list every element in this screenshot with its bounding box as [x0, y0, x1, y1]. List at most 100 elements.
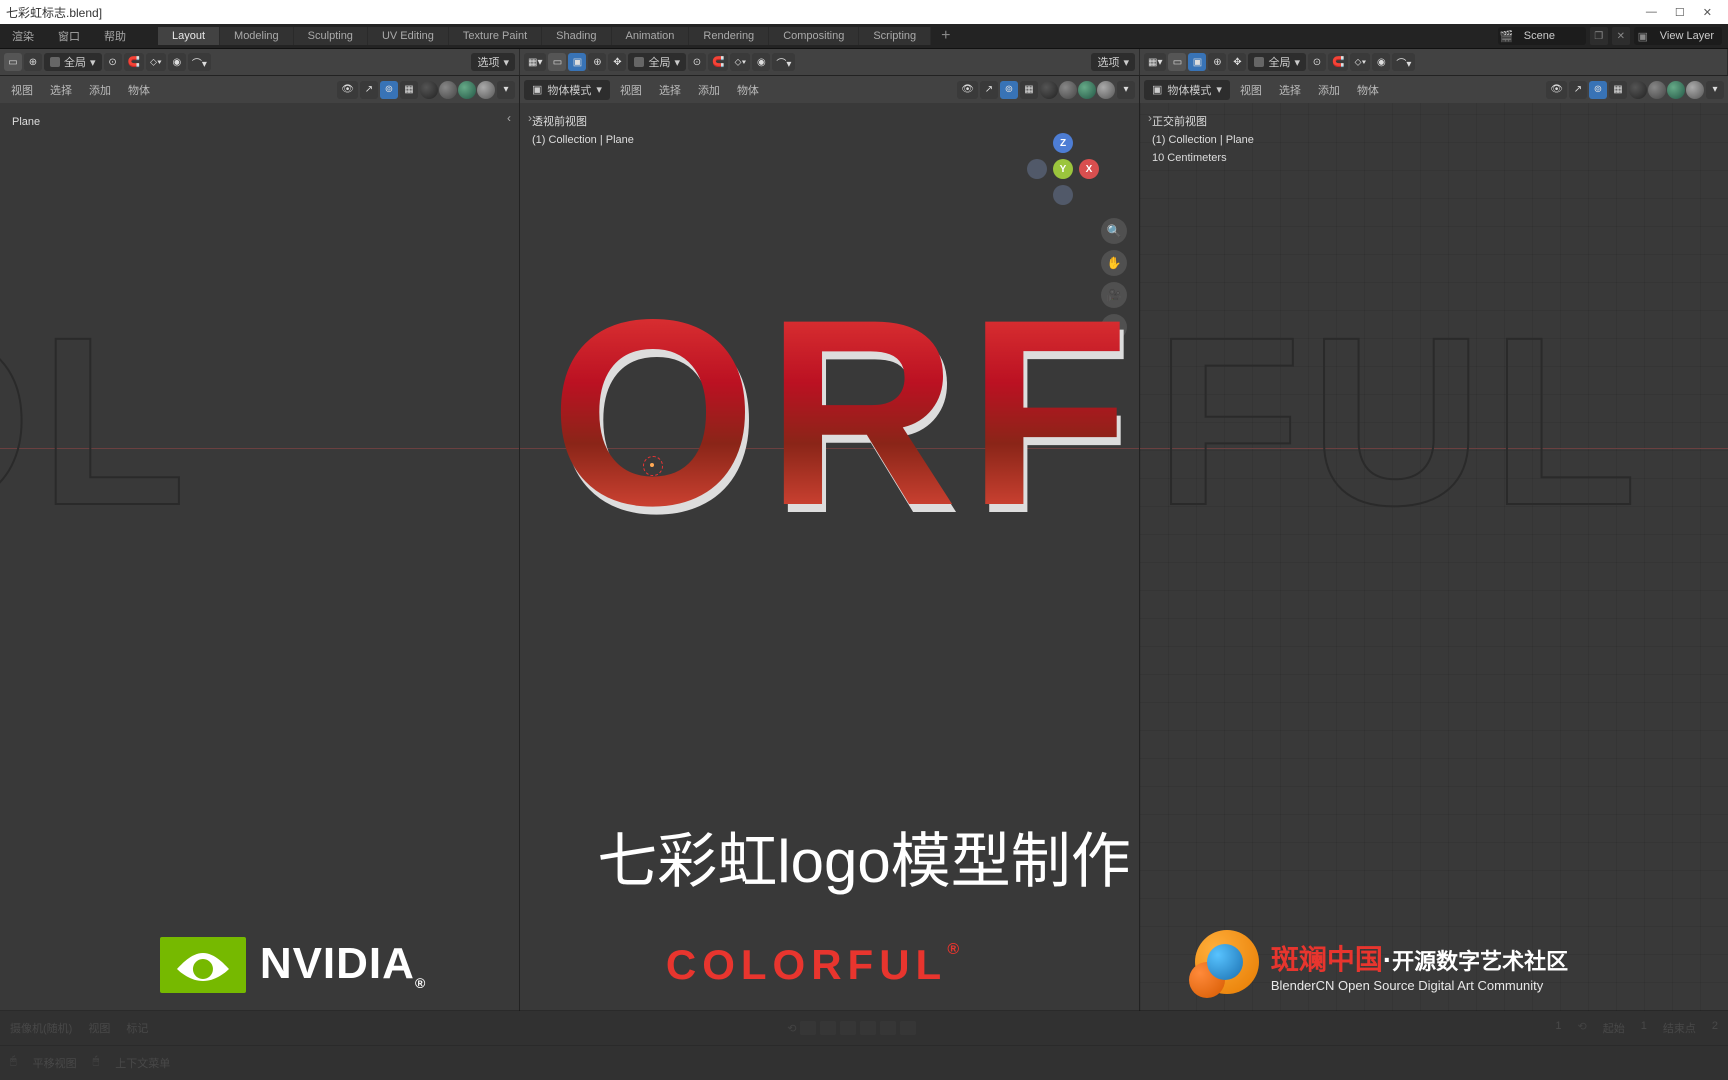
viewport-right[interactable]: ▣物体模式▾ 视图 选择 添加 物体 👁 ↗ ⊚ ▦ ▾	[1140, 76, 1728, 1011]
menu-render[interactable]: 渲染	[0, 28, 46, 44]
gizmo-z-axis[interactable]: Z	[1053, 133, 1073, 153]
tab-shading[interactable]: Shading	[542, 27, 611, 45]
viewport-left-canvas[interactable]: Plane ‹ OL	[0, 103, 519, 1011]
vp1-shading-solid[interactable]	[439, 81, 457, 99]
pivot-button-mid[interactable]: ⊙	[688, 53, 706, 71]
vp3-shading-material[interactable]	[1667, 81, 1685, 99]
cursor-tool-right[interactable]: ⊕	[1208, 53, 1226, 71]
cursor-tool-button[interactable]: ⊕	[24, 53, 42, 71]
proportional-toggle[interactable]: ◉	[168, 53, 186, 71]
menu-window[interactable]: 窗口	[46, 28, 92, 44]
orientation-dropdown[interactable]: 全局▾	[44, 53, 102, 71]
frame-start-value[interactable]: 1	[1641, 1020, 1647, 1036]
navigation-gizmo[interactable]: Z Y X	[1027, 133, 1099, 205]
vp3-shading-solid[interactable]	[1648, 81, 1666, 99]
pivot-button-right[interactable]: ⊙	[1308, 53, 1326, 71]
snap-type[interactable]: ⬦▾	[146, 53, 166, 71]
cursor-tool-mid[interactable]: ⊕	[588, 53, 606, 71]
tab-sculpting[interactable]: Sculpting	[294, 27, 368, 45]
vp3-menu-object[interactable]: 物体	[1350, 82, 1386, 98]
view-layer-selector[interactable]: ▣ View Layer	[1634, 27, 1722, 45]
options-dropdown[interactable]: 选项▾	[471, 53, 515, 71]
viewport-left[interactable]: 视图 选择 添加 物体 👁 ↗ ⊚ ▦ ▾ Plane	[0, 76, 520, 1011]
vp2-menu-add[interactable]: 添加	[691, 82, 727, 98]
maximize-button[interactable]: ☐	[1675, 6, 1685, 19]
vp3-menu-add[interactable]: 添加	[1311, 82, 1347, 98]
vp3-mode-dropdown[interactable]: ▣物体模式▾	[1144, 80, 1230, 100]
vp1-menu-select[interactable]: 选择	[43, 82, 79, 98]
vp2-collapse-left[interactable]: ›	[528, 111, 532, 125]
scene-copy-button[interactable]: ❐	[1590, 27, 1608, 45]
vp2-menu-select[interactable]: 选择	[652, 82, 688, 98]
tab-layout[interactable]: Layout	[158, 27, 220, 45]
proportional-type[interactable]: ⌒▾	[188, 53, 211, 71]
vp1-xray-toggle[interactable]: ▦	[400, 81, 418, 99]
play-reverse-button[interactable]	[840, 1021, 856, 1035]
vp1-overlay-toggle[interactable]: ⊚	[380, 81, 398, 99]
select-tool-button-mid[interactable]: ▭	[548, 53, 566, 71]
proportional-type-mid[interactable]: ⌒▾	[772, 53, 795, 71]
vp1-menu-view[interactable]: 视图	[4, 82, 40, 98]
proportional-toggle-mid[interactable]: ◉	[752, 53, 770, 71]
vp3-shading-dropdown[interactable]: ▾	[1706, 81, 1724, 99]
move-tool-right[interactable]: ✥	[1228, 53, 1246, 71]
vp2-shading-rendered[interactable]	[1097, 81, 1115, 99]
pivot-button[interactable]: ⊙	[104, 53, 122, 71]
vp3-gizmo-toggle[interactable]: ↗	[1569, 81, 1587, 99]
vp3-xray-toggle[interactable]: ▦	[1609, 81, 1627, 99]
vp2-mode-dropdown[interactable]: ▣物体模式▾	[524, 80, 610, 100]
vp1-shading-dropdown[interactable]: ▾	[497, 81, 515, 99]
select-tool-button-right[interactable]: ▭	[1168, 53, 1186, 71]
tab-animation[interactable]: Animation	[612, 27, 690, 45]
vp3-collapse-left[interactable]: ›	[1148, 111, 1152, 125]
timeline-mode[interactable]: 摄像机(随机)	[10, 1020, 72, 1036]
tab-scripting[interactable]: Scripting	[859, 27, 931, 45]
snap-type-mid[interactable]: ⬦▾	[730, 53, 750, 71]
vp2-shading-material[interactable]	[1078, 81, 1096, 99]
scene-selector[interactable]: 🎬 Scene	[1498, 27, 1586, 45]
vp3-shading-rendered[interactable]	[1686, 81, 1704, 99]
timeline-view[interactable]: 视图	[88, 1020, 110, 1036]
tab-rendering[interactable]: Rendering	[689, 27, 769, 45]
snap-toggle[interactable]: 🧲	[124, 53, 144, 71]
vp3-shading-wireframe[interactable]	[1629, 81, 1647, 99]
vp1-shading-material[interactable]	[458, 81, 476, 99]
tab-compositing[interactable]: Compositing	[769, 27, 859, 45]
play-button[interactable]	[860, 1021, 876, 1035]
editor-type-button-mid[interactable]: ▦▾	[524, 53, 546, 71]
viewport-right-canvas[interactable]: 正交前视图 (1) Collection | Plane 10 Centimet…	[1140, 103, 1728, 1011]
active-tool-mid[interactable]: ▣	[568, 53, 586, 71]
gizmo-y-axis[interactable]: Y	[1053, 159, 1073, 179]
next-key-button[interactable]	[880, 1021, 896, 1035]
vp1-visibility[interactable]: 👁	[337, 81, 358, 99]
proportional-toggle-right[interactable]: ◉	[1372, 53, 1390, 71]
jump-end-button[interactable]	[900, 1021, 916, 1035]
select-tool-button[interactable]: ▭	[4, 53, 22, 71]
vp3-menu-view[interactable]: 视图	[1233, 82, 1269, 98]
vp1-menu-object[interactable]: 物体	[121, 82, 157, 98]
vp2-menu-object[interactable]: 物体	[730, 82, 766, 98]
active-tool-right[interactable]: ▣	[1188, 53, 1206, 71]
add-workspace-button[interactable]: +	[931, 27, 960, 45]
snap-toggle-right[interactable]: 🧲	[1328, 53, 1348, 71]
move-tool-mid[interactable]: ✥	[608, 53, 626, 71]
options-dropdown-mid[interactable]: 选项▾	[1091, 53, 1135, 71]
proportional-type-right[interactable]: ⌒▾	[1392, 53, 1415, 71]
minimize-button[interactable]: —	[1646, 6, 1657, 18]
viewport-center-canvas[interactable]: 透视前视图 (1) Collection | Plane › Z Y X 🔍 ✋…	[520, 103, 1139, 1011]
vp2-shading-wireframe[interactable]	[1040, 81, 1058, 99]
frame-current[interactable]: 1	[1555, 1020, 1561, 1036]
vp2-xray-toggle[interactable]: ▦	[1020, 81, 1038, 99]
camera-view-button[interactable]: 🎥	[1101, 282, 1127, 308]
jump-start-button[interactable]	[800, 1021, 816, 1035]
tab-uv-editing[interactable]: UV Editing	[368, 27, 449, 45]
timeline-marker[interactable]: 标记	[126, 1020, 148, 1036]
editor-type-button-right[interactable]: ▦▾	[1144, 53, 1166, 71]
vp1-shading-wireframe[interactable]	[420, 81, 438, 99]
gizmo-neg-x[interactable]	[1027, 159, 1047, 179]
vp1-shading-rendered[interactable]	[477, 81, 495, 99]
gizmo-neg-z[interactable]	[1053, 185, 1073, 205]
tab-texture-paint[interactable]: Texture Paint	[449, 27, 542, 45]
menu-help[interactable]: 帮助	[92, 28, 138, 44]
vp3-overlay-toggle[interactable]: ⊚	[1589, 81, 1607, 99]
